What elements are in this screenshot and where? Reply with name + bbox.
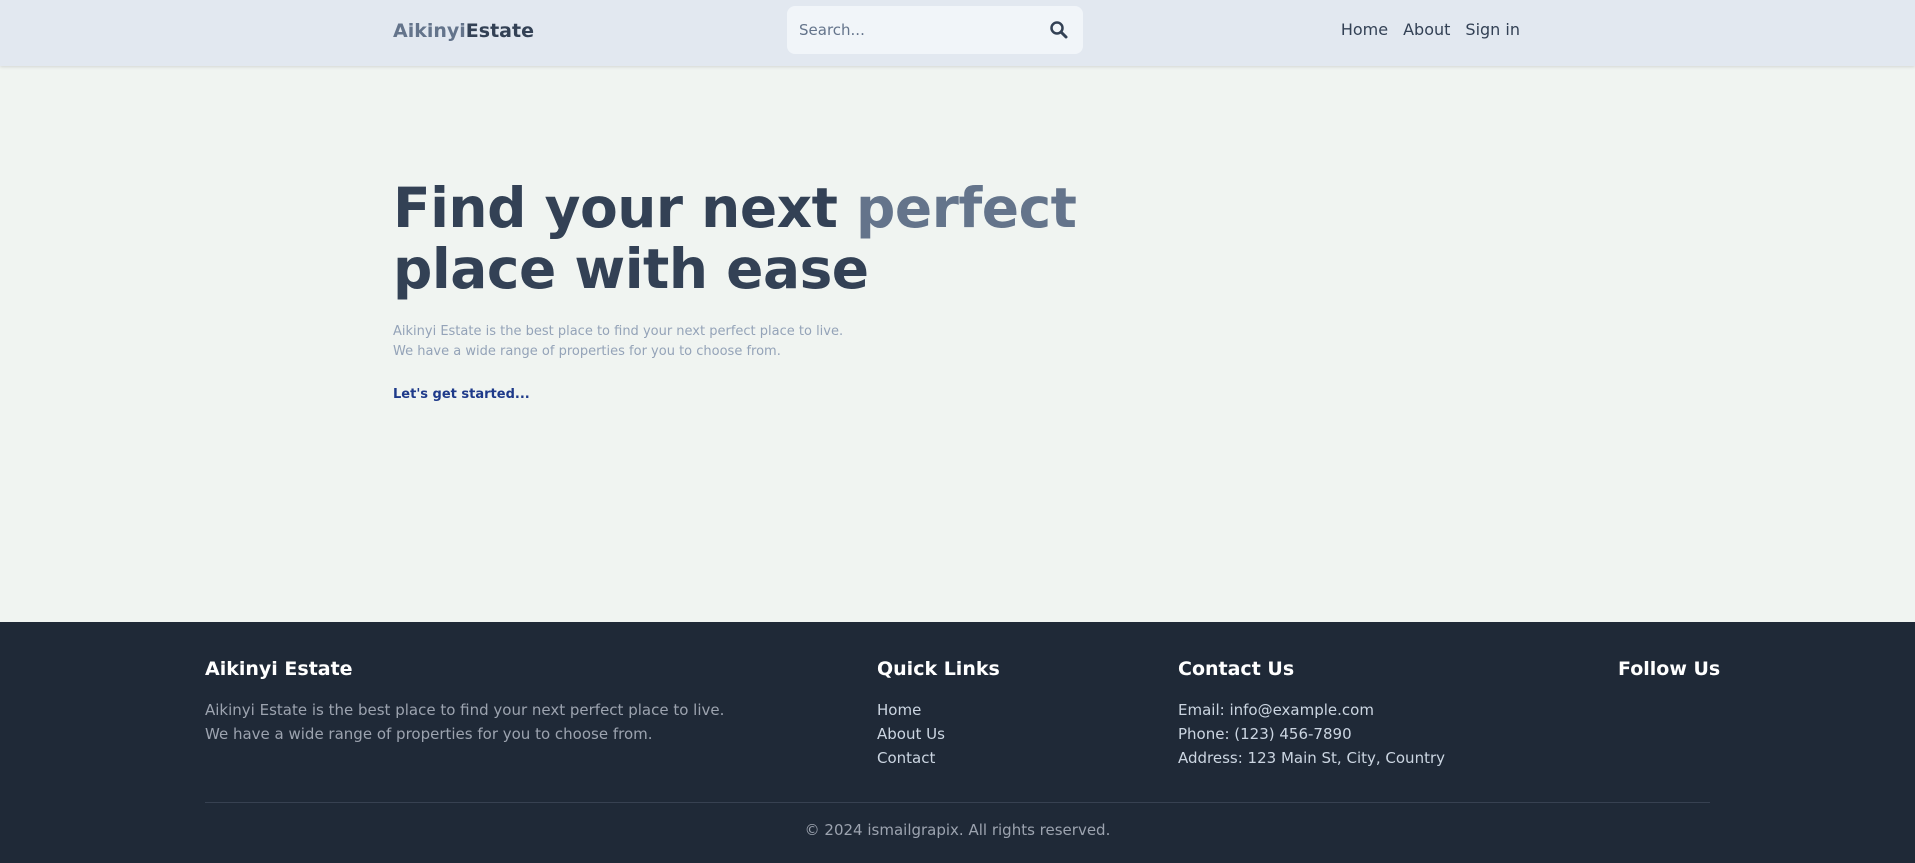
hero-title-line2: place with ease [393,237,869,301]
footer-about-column: Aikinyi Estate Aikinyi Estate is the bes… [205,657,724,746]
hero-description: Aikinyi Estate is the best place to find… [393,322,843,362]
site-footer: Aikinyi Estate Aikinyi Estate is the bes… [0,622,1915,863]
footer-about-heading: Aikinyi Estate [205,658,353,680]
footer-quick-links-heading: Quick Links [877,658,1000,680]
footer-link-contact[interactable]: Contact [877,746,1000,770]
search-input[interactable] [799,6,1039,54]
footer-divider [205,802,1710,803]
footer-contact-address: Address: 123 Main St, City, Country [1178,749,1445,767]
footer-about-line2: We have a wide range of properties for y… [205,725,653,743]
footer-follow-heading: Follow Us [1618,658,1721,680]
footer-contact-column: Contact Us Email: info@example.com Phone… [1178,657,1445,770]
search-icon[interactable] [1049,20,1069,40]
footer-copyright: © 2024 ismailgrapix. All rights reserved… [804,821,1111,839]
footer-link-about-us[interactable]: About Us [877,722,1000,746]
nav-about-link[interactable]: About [1403,20,1450,40]
hero-desc-line2: We have a wide range of properties for y… [393,344,781,359]
hero-title-accent: perfect [856,176,1077,240]
get-started-link[interactable]: Let's get started... [393,387,530,402]
nav-home-link[interactable]: Home [1341,20,1388,40]
footer-follow-column: Follow Us [1618,657,1720,681]
main-nav: Home About Sign in [1341,20,1520,40]
footer-quick-links-column: Quick Links Home About Us Contact [877,657,1000,770]
nav-signin-link[interactable]: Sign in [1465,20,1520,40]
footer-about-line1: Aikinyi Estate is the best place to find… [205,701,725,719]
footer-contact-heading: Contact Us [1178,658,1295,680]
hero-title-part1: Find your next [393,176,857,240]
site-header: AikinyiEstate Home About Sign in [0,0,1915,66]
hero-desc-line1: Aikinyi Estate is the best place to find… [393,324,844,339]
footer-contact-phone: Phone: (123) 456-7890 [1178,725,1352,743]
search-bar [787,6,1083,54]
footer-contact-email: Email: info@example.com [1178,701,1374,719]
footer-about-text: Aikinyi Estate is the best place to find… [205,698,724,746]
logo-part-estate: Estate [465,20,534,42]
footer-link-home[interactable]: Home [877,698,1000,722]
logo-part-aikinyi: Aikinyi [393,20,466,42]
footer-quick-links-list: Home About Us Contact [877,698,1000,770]
site-logo[interactable]: AikinyiEstate [393,19,534,43]
hero-title: Find your next perfect place with ease [393,176,1077,301]
footer-contact-info: Email: info@example.com Phone: (123) 456… [1178,698,1445,770]
